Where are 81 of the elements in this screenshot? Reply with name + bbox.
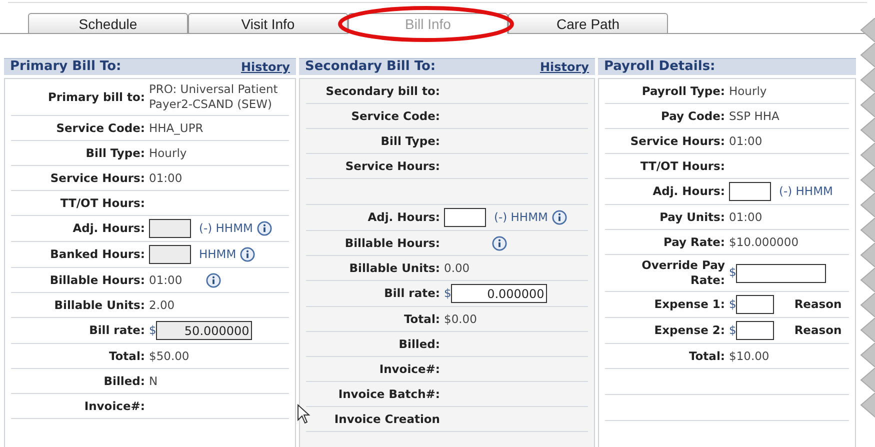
field-label: TT/OT Hours: bbox=[60, 196, 145, 210]
field-label: Service Hours: bbox=[50, 170, 145, 184]
field-label: Total: bbox=[108, 348, 145, 362]
panel-title: Secondary Bill To: bbox=[305, 58, 436, 76]
tab[interactable]: Schedule bbox=[28, 13, 188, 34]
field-label: Pay Units: bbox=[660, 210, 725, 224]
panel-title: Primary Bill To: bbox=[10, 58, 122, 76]
field-label: Billed: bbox=[104, 374, 145, 388]
field-label: Billable Units: bbox=[54, 298, 145, 312]
format-hint: HHMM bbox=[199, 246, 236, 263]
field-value: Hourly bbox=[149, 146, 187, 160]
field-label: Service Code: bbox=[351, 108, 440, 122]
field-label: Billable Units: bbox=[349, 260, 440, 274]
field-label: TT/OT Hours: bbox=[640, 158, 725, 172]
info-icon[interactable] bbox=[206, 272, 222, 288]
field-value: Hourly bbox=[729, 84, 767, 98]
field-value: $50.00 bbox=[149, 348, 190, 364]
currency-symbol: $ bbox=[444, 284, 452, 302]
field-label: Adj. Hours: bbox=[652, 184, 725, 198]
field-label: Invoice Creation bbox=[334, 412, 440, 426]
currency-symbol: $ bbox=[149, 322, 156, 339]
field-label: Primary bill to: bbox=[48, 90, 145, 104]
field-label: Bill rate: bbox=[384, 286, 440, 300]
rate-input[interactable]: 0.000000 bbox=[451, 284, 548, 303]
field-label: Service Code: bbox=[56, 120, 145, 134]
tab[interactable]: Visit Info bbox=[188, 13, 348, 34]
field-value: 01:00 bbox=[149, 170, 182, 186]
field-value: 01:00 bbox=[729, 210, 762, 224]
field-label: Bill rate: bbox=[89, 323, 145, 337]
reason-label: Reason bbox=[794, 322, 842, 339]
info-icon[interactable] bbox=[492, 236, 507, 250]
field-label: Pay Rate: bbox=[663, 234, 725, 248]
tab[interactable]: Care Path bbox=[508, 13, 668, 34]
field-label: Total: bbox=[688, 348, 725, 362]
field-label: Override Pay Rate: bbox=[642, 258, 725, 287]
field-label: Service Hours: bbox=[630, 134, 725, 148]
field-value: 2.00 bbox=[149, 298, 175, 312]
field-label: Invoice#: bbox=[84, 398, 145, 412]
field-value: PRO: Universal Patient Payer2-CSAND (SEW) bbox=[149, 82, 279, 112]
field-value: SSP HHA bbox=[729, 108, 780, 124]
field-label: Billed: bbox=[398, 336, 440, 350]
field-label: Expense 2: bbox=[654, 323, 725, 337]
field-value: HHA_UPR bbox=[149, 120, 204, 136]
format-hint: (-) HHMM bbox=[494, 208, 548, 226]
field-label: Billable Hours: bbox=[50, 272, 145, 286]
field-label: Expense 1: bbox=[654, 297, 725, 311]
currency-symbol: $ bbox=[729, 296, 736, 313]
field-label: Pay Code: bbox=[661, 108, 725, 122]
field-label: Bill Type: bbox=[380, 134, 440, 148]
field-value: $0.00 bbox=[444, 312, 477, 326]
format-hint: (-) HHMM bbox=[199, 220, 253, 237]
field-value: $10.00 bbox=[729, 348, 770, 364]
field-label: Banked Hours: bbox=[50, 247, 145, 261]
hours-input[interactable] bbox=[444, 208, 486, 227]
format-hint: (-) HHMM bbox=[779, 182, 833, 200]
field-label: Invoice#: bbox=[379, 362, 440, 376]
field-value: $10.000000 bbox=[729, 234, 799, 250]
field-label: Adj. Hours: bbox=[72, 221, 145, 235]
field-value: N bbox=[149, 374, 158, 388]
hours-input[interactable] bbox=[729, 182, 771, 201]
history-link[interactable]: History bbox=[540, 58, 589, 76]
field-label: Billable Hours: bbox=[344, 236, 440, 250]
info-icon[interactable] bbox=[552, 210, 567, 225]
rate-input[interactable] bbox=[736, 264, 826, 282]
panel-title: Payroll Details: bbox=[604, 58, 716, 76]
rate-input[interactable] bbox=[736, 295, 774, 314]
field-value: 01:00 bbox=[729, 134, 762, 148]
field-label: Adj. Hours: bbox=[368, 210, 440, 224]
field-value: 01:00 bbox=[149, 272, 182, 288]
field-label: Bill Type: bbox=[86, 146, 145, 160]
history-link[interactable]: History bbox=[240, 58, 290, 76]
field-label: Payroll Type: bbox=[642, 84, 725, 98]
field-value: 0.00 bbox=[444, 260, 470, 276]
field-label: Total: bbox=[404, 312, 440, 326]
field-label: Secondary bill to: bbox=[326, 84, 440, 98]
currency-symbol: $ bbox=[729, 322, 736, 339]
currency-symbol: $ bbox=[729, 264, 736, 282]
rate-input[interactable] bbox=[736, 321, 774, 340]
field-label: Invoice Batch#: bbox=[338, 386, 440, 400]
reason-label: Reason bbox=[794, 296, 842, 313]
field-label: Service Hours: bbox=[345, 158, 440, 172]
